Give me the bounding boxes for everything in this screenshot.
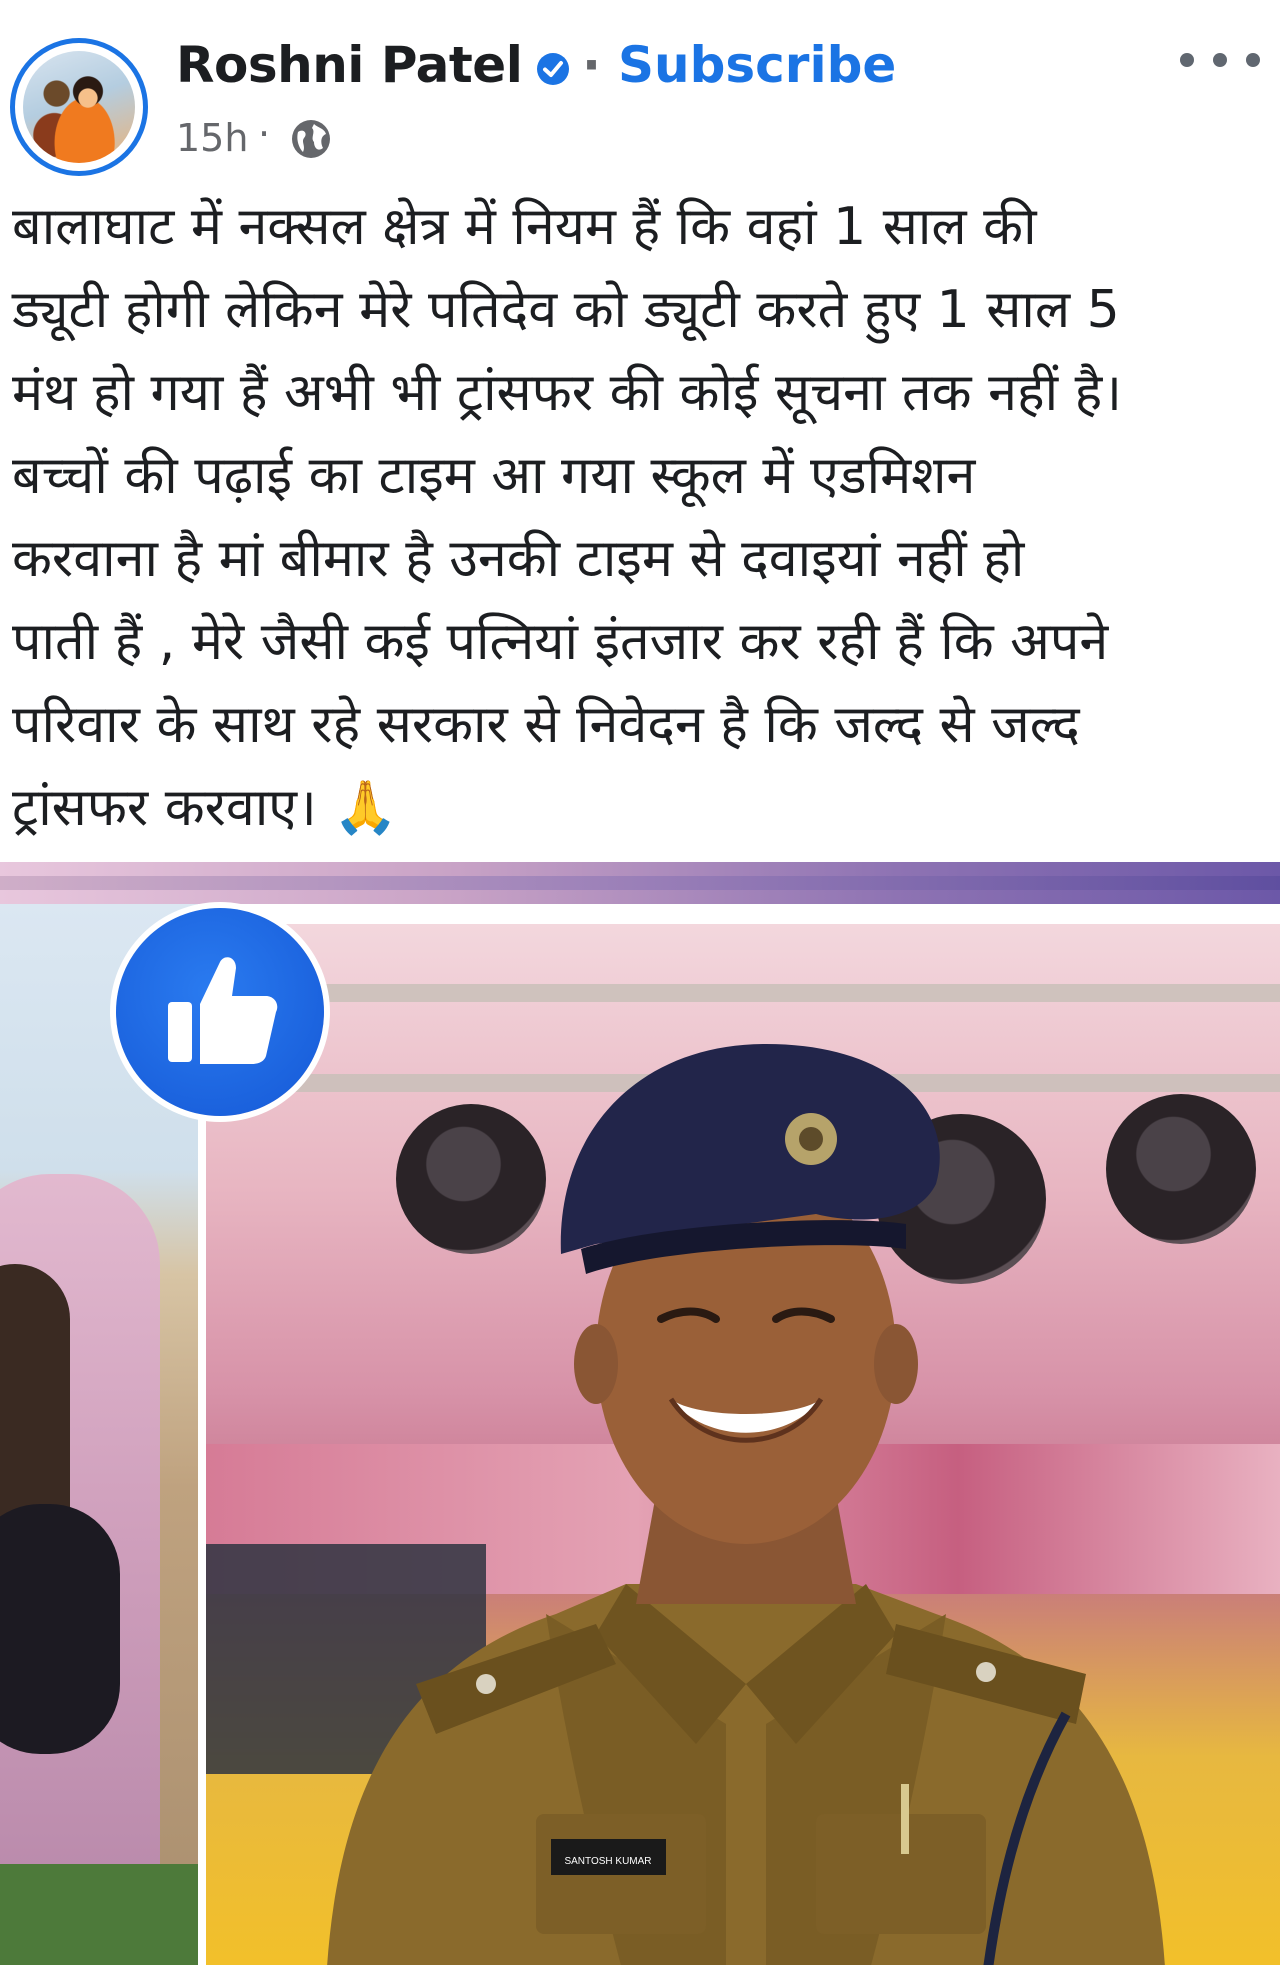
officer-figure: SANTOSH KUMAR — [327, 1044, 1165, 1965]
post-text-line: बालाघाट में नक्सल क्षेत्र में नियम हैं क… — [12, 197, 1037, 257]
globe-icon — [292, 120, 330, 158]
separator-dot: · — [582, 36, 601, 94]
facebook-post: Roshni Patel · Subscribe 15h · बालाघाट म… — [0, 0, 1280, 1965]
post-timestamp[interactable]: 15h — [176, 116, 248, 160]
post-text-line: मंथ हो गया हैं अभी भी ट्रांसफर की कोई सू… — [12, 363, 1122, 423]
post-text-line: ड्यूटी होगी लेकिन मेरे पतिदेव को ड्यूटी … — [12, 280, 1120, 340]
name-plate: SANTOSH KUMAR — [564, 1856, 651, 1867]
subscribe-button[interactable]: Subscribe — [618, 36, 896, 94]
post-text-line: करवाना है मां बीमार है उनकी टाइम से दवाइ… — [12, 529, 1025, 589]
meta-separator: · — [258, 112, 271, 156]
image-top-strip-shade — [0, 876, 1280, 890]
post-text-line: परिवार के साथ रहे सरकार से निवेदन है कि … — [12, 695, 1080, 755]
post-text-line: ट्रांसफर करवाए। 🙏 — [12, 778, 399, 838]
like-thumbs-up-icon[interactable] — [116, 908, 324, 1116]
post-text: बालाघाट में नक्सल क्षेत्र में नियम हैं क… — [12, 186, 1262, 850]
photo-officer[interactable]: SANTOSH KUMAR — [206, 924, 1280, 1965]
author-name[interactable]: Roshni Patel — [176, 36, 523, 94]
post-text-line: पाती हैं , मेरे जैसी कई पत्नियां इंतजार … — [12, 612, 1109, 672]
post-text-line: बच्चों की पढ़ाई का टाइम आ गया स्कूल में … — [12, 446, 976, 506]
profile-avatar[interactable] — [10, 38, 148, 176]
verified-badge-icon — [537, 53, 569, 85]
more-options-icon[interactable] — [1180, 40, 1260, 80]
